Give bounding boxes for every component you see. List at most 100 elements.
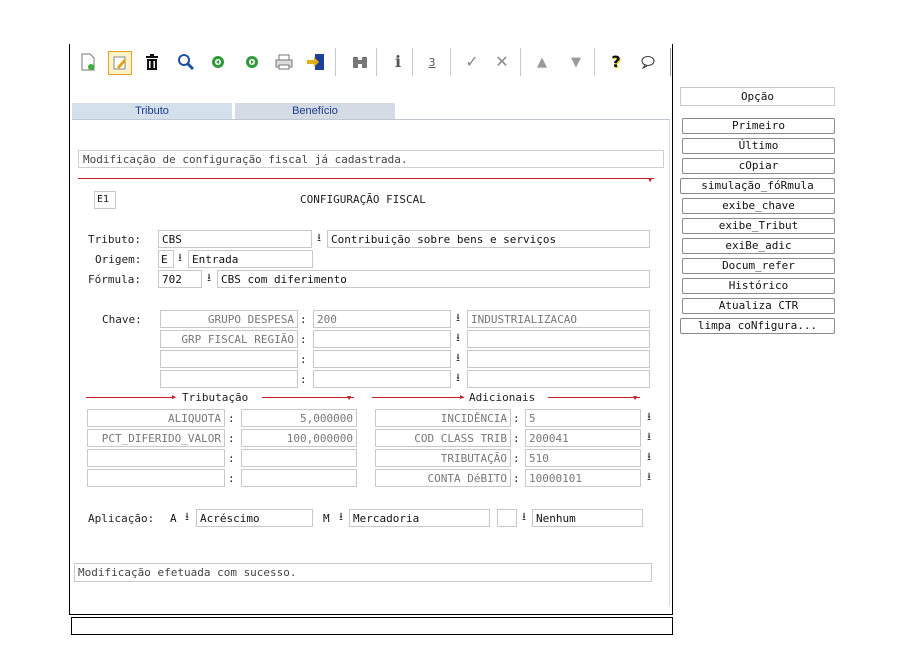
formula-code-field[interactable]: 702 [158,270,202,288]
tributacao-separator: : [228,472,235,485]
toolbar-separator [412,48,413,76]
adicionais-divider [548,397,640,398]
extra-code-field[interactable] [497,509,517,527]
exibe-tribut-button[interactable]: exibe_Tribut [682,218,835,234]
ultimo-button[interactable]: Último [682,138,835,154]
tributacao-name: ALIQUOTA [87,409,225,427]
exibe-chave-button[interactable]: exibe_chave [682,198,835,214]
exit-icon[interactable] [306,52,326,72]
new-document-icon[interactable] [78,52,98,72]
adicionais-value-field[interactable]: 5 [525,409,641,427]
trash-icon[interactable] [142,52,162,72]
primeiro-button[interactable]: Primeiro [682,118,835,134]
bottom-status-bar [71,617,673,635]
divider-arrow-icon: ▼ [347,394,352,402]
dropdown-arrow-icon[interactable]: ⭳ [174,251,186,265]
dropdown-arrow-icon[interactable]: ⭳ [518,510,530,524]
chave-name [160,350,298,368]
chat-icon[interactable] [638,52,658,72]
options-title: Opção [680,87,835,106]
tributacao-title: Tributação [182,391,249,404]
dropdown-arrow-icon[interactable]: ⭳ [643,430,655,444]
dropdown-arrow-icon[interactable]: ⭳ [643,470,655,484]
tributacao-value-field[interactable] [241,449,357,467]
chave-separator: : [300,313,307,326]
atualiza-ctr-button[interactable]: Atualiza CTR [682,298,835,314]
dropdown-arrow-icon[interactable]: ⭳ [643,450,655,464]
adicionais-value-field[interactable]: 510 [525,449,641,467]
tributo-code-field[interactable]: CBS [158,230,312,248]
origem-code-field[interactable]: E [158,250,174,268]
dropdown-arrow-icon[interactable]: ⭳ [452,311,464,325]
dropdown-arrow-icon[interactable]: ⭳ [452,351,464,365]
info-message: Modificação de configuração fiscal já ca… [78,150,664,168]
dropdown-arrow-icon[interactable]: ⭳ [335,510,347,524]
toolbar-separator [520,48,521,76]
chave-value-field[interactable] [313,370,451,388]
tributacao-value-field[interactable]: 100,000000 [241,429,357,447]
edit-icon[interactable] [108,51,132,75]
adicionais-separator: : [513,412,520,425]
dropdown-arrow-icon[interactable]: ⭳ [313,231,325,245]
page-title: CONFIGURAÇÃO FISCAL [300,193,426,206]
arrow-up-icon[interactable]: ▲ [532,52,552,72]
tab-underline [72,119,670,120]
dropdown-arrow-icon[interactable]: ⭳ [452,331,464,345]
tributo-description: Contribuição sobre bens e serviços [327,230,650,248]
formula-label: Fórmula: [88,273,141,286]
next-record-icon[interactable] [242,52,262,72]
dropdown-arrow-icon[interactable]: ⭳ [643,410,655,424]
status-message: Modificação efetuada com sucesso. [74,563,652,582]
copiar-button[interactable]: cOpiar [682,158,835,174]
tab-tributo[interactable]: Tributo [72,103,232,119]
divider-arrow-icon: ▼ [633,394,638,402]
tab-beneficio[interactable]: Benefício [235,103,395,119]
binoculars-icon[interactable] [350,52,370,72]
chave-description [467,350,650,368]
tipo-code-field[interactable]: M [320,509,334,527]
limpa-configura-button[interactable]: limpa coNfigura... [680,318,835,334]
tributacao-value-field[interactable]: 5,000000 [241,409,357,427]
chave-value-field[interactable]: 200 [313,310,451,328]
adicionais-value-field[interactable]: 10000101 [525,469,641,487]
tributacao-separator: : [228,452,235,465]
tributacao-value-field[interactable] [241,469,357,487]
info-icon[interactable]: i [388,52,408,72]
adicionais-name: COD CLASS TRIB [375,429,511,447]
confirm-icon[interactable]: ✓ [462,52,482,72]
aplicacao-label: Aplicação: [88,512,155,525]
panel-border-right [672,44,673,614]
numbered-info-icon[interactable]: 3 [422,52,442,72]
previous-record-icon[interactable] [208,52,228,72]
aplicacao-code-field[interactable]: A [167,509,181,527]
origem-description: Entrada [188,250,313,268]
help-icon[interactable]: ? [606,52,626,72]
extra-description: Nenhum [532,509,643,527]
toolbar: i 3 ✓ ✕ ▲ ▼ ? [76,44,672,80]
tributacao-separator: : [228,412,235,425]
adicionais-value-field[interactable]: 200041 [525,429,641,447]
tributacao-name: PCT_DIFERIDO_VALOR [87,429,225,447]
dropdown-arrow-icon[interactable]: ⭳ [203,271,215,285]
dropdown-arrow-icon[interactable]: ⭳ [181,510,193,524]
exibe-adic-button[interactable]: exiBe_adic [682,238,835,254]
adicionais-separator: : [513,452,520,465]
chave-description [467,370,650,388]
chave-value-field[interactable] [313,330,451,348]
dropdown-arrow-icon[interactable]: ⭳ [452,371,464,385]
docum-refer-button[interactable]: Docum_refer [682,258,835,274]
arrow-down-icon[interactable]: ▼ [566,52,586,72]
chave-value-field[interactable] [313,350,451,368]
aplicacao-description: Acréscimo [196,509,313,527]
historico-button[interactable]: Histórico [682,278,835,294]
print-icon[interactable] [274,52,294,72]
search-icon[interactable] [176,52,196,72]
inner-border [669,120,670,606]
adicionais-name: TRIBUTAÇÃO [375,449,511,467]
tributacao-divider [86,397,174,398]
toolbar-separator [450,48,451,76]
tributacao-divider [262,397,354,398]
simulacao-formula-button[interactable]: simulação_fóRmula [680,178,835,194]
cancel-icon[interactable]: ✕ [492,52,512,72]
tributo-label: Tributo: [88,233,141,246]
